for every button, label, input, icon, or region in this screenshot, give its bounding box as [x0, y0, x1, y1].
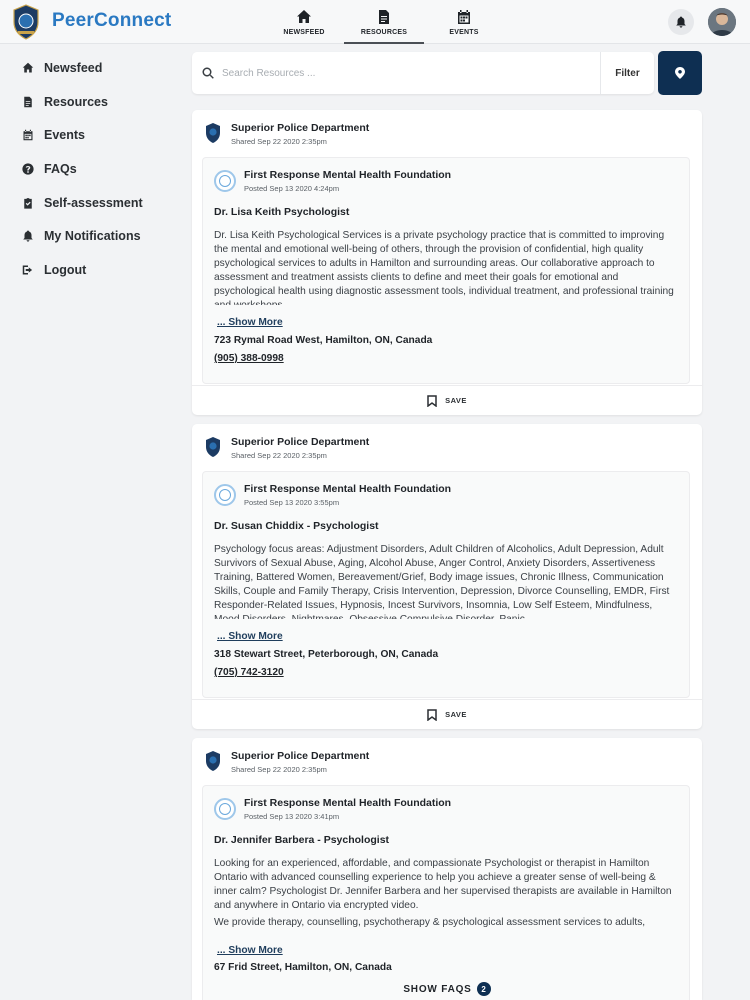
org-name: First Response Mental Health Foundation [244, 483, 452, 495]
tab-resources[interactable]: RESOURCES [344, 0, 424, 44]
bell-icon [23, 230, 33, 242]
police-badge-icon [206, 123, 220, 143]
sidebar-item-faqs[interactable]: FAQs [0, 152, 176, 186]
bookmark-icon [427, 708, 437, 721]
sharer-name: Superior Police Department [231, 436, 370, 448]
shared-date: Shared Sep 22 2020 2:35pm [231, 137, 327, 146]
resource-title: Dr. Susan Chiddix - Psychologist [214, 520, 379, 532]
save-button[interactable]: SAVE [192, 699, 702, 729]
police-badge-logo [13, 4, 39, 40]
resource-description: Psychology focus areas: Adjustment Disor… [214, 544, 670, 619]
sharer-name: Superior Police Department [231, 122, 370, 134]
location-button[interactable] [658, 51, 702, 95]
org-header: First Response Mental Health Foundation … [214, 169, 451, 193]
user-avatar[interactable] [708, 8, 736, 36]
search-icon [202, 67, 214, 79]
org-header: First Response Mental Health Foundation … [214, 797, 451, 821]
faqs-count-badge: 2 [476, 982, 491, 996]
document-icon [379, 9, 389, 24]
search-bar: Filter [192, 52, 654, 94]
calendar-icon [458, 9, 470, 24]
sidebar-item-notifications[interactable]: My Notifications [0, 219, 176, 253]
resource-address: 723 Rymal Road West, Hamilton, ON, Canad… [214, 335, 433, 346]
tab-resources-label: RESOURCES [360, 28, 408, 36]
map-pin-icon [675, 67, 685, 79]
tab-newsfeed[interactable]: NEWSFEED [264, 0, 344, 44]
avatar-photo [708, 8, 736, 36]
police-badge-icon [206, 437, 220, 457]
sidebar-item-events[interactable]: Events [0, 118, 176, 152]
resource-card: Superior Police Department Shared Sep 22… [192, 738, 702, 1000]
sidebar-item-label: FAQs [44, 161, 77, 176]
sidebar-item-self-assessment[interactable]: Self-assessment [0, 186, 176, 220]
resource-phone[interactable]: (905) 388-0998 [214, 353, 284, 364]
sidebar-item-resources[interactable]: Resources [0, 85, 176, 119]
sidebar-item-label: My Notifications [44, 229, 141, 244]
clipboard-icon [24, 197, 32, 209]
home-icon [297, 9, 311, 23]
share-header: Superior Police Department Shared Sep 22… [204, 436, 369, 460]
resource-description: Looking for an experienced, affordable, … [214, 858, 672, 911]
top-header: PeerConnect NEWSFEED RESOURCES EVENTS [0, 0, 750, 44]
org-name: First Response Mental Health Foundation [244, 169, 452, 181]
resource-description-continued: We provide therapy, counselling, psychot… [214, 917, 646, 928]
show-faqs-label: SHOW FAQS [403, 983, 472, 995]
tab-events-label: EVENTS [449, 28, 479, 36]
search-input[interactable] [222, 67, 594, 79]
show-faqs-button[interactable]: SHOW FAQS 2 [192, 980, 702, 998]
shared-date: Shared Sep 22 2020 2:35pm [231, 451, 327, 460]
sidebar-item-label: Newsfeed [44, 60, 103, 75]
resource-address: 67 Frid Street, Hamilton, ON, Canada [214, 962, 392, 973]
top-nav: NEWSFEED RESOURCES EVENTS [264, 0, 504, 44]
notifications-button[interactable] [668, 9, 694, 35]
posted-date: Posted Sep 13 2020 4:24pm [244, 184, 340, 193]
resource-content: First Response Mental Health Foundation … [202, 785, 690, 1000]
resource-card: Superior Police Department Shared Sep 22… [192, 424, 702, 729]
org-logo-icon [214, 170, 236, 192]
posted-date: Posted Sep 13 2020 3:55pm [244, 498, 340, 507]
org-logo-icon [214, 484, 236, 506]
sidebar-item-label: Self-assessment [44, 195, 143, 210]
sidebar-item-label: Resources [44, 94, 108, 109]
resource-phone[interactable]: (705) 742-3120 [214, 667, 284, 678]
sharer-name: Superior Police Department [231, 750, 370, 762]
logout-icon [22, 265, 33, 275]
org-logo-icon [214, 798, 236, 820]
resource-content: First Response Mental Health Foundation … [202, 471, 690, 698]
share-header: Superior Police Department Shared Sep 22… [204, 122, 369, 146]
sidebar-item-label: Events [44, 128, 85, 143]
share-header: Superior Police Department Shared Sep 22… [204, 750, 369, 774]
save-button[interactable]: SAVE [192, 385, 702, 415]
shared-date: Shared Sep 22 2020 2:35pm [231, 765, 327, 774]
tab-newsfeed-label: NEWSFEED [283, 28, 325, 36]
show-more-link[interactable]: ... Show More [217, 317, 283, 328]
save-label: SAVE [445, 396, 467, 405]
save-label: SAVE [445, 710, 467, 719]
police-badge-icon [206, 751, 220, 771]
resource-title: Dr. Lisa Keith Psychologist [214, 206, 350, 218]
show-more-link[interactable]: ... Show More [217, 631, 283, 642]
resource-address: 318 Stewart Street, Peterborough, ON, Ca… [214, 649, 439, 660]
sidebar-item-newsfeed[interactable]: Newsfeed [0, 51, 176, 85]
document-icon [24, 96, 32, 107]
sidebar: Newsfeed Resources Events FAQs Self-asse… [0, 44, 176, 287]
posted-date: Posted Sep 13 2020 3:41pm [244, 812, 340, 821]
filter-button[interactable]: Filter [600, 52, 654, 94]
org-name: First Response Mental Health Foundation [244, 797, 452, 809]
sidebar-item-label: Logout [44, 262, 87, 277]
resource-content: First Response Mental Health Foundation … [202, 157, 690, 384]
tab-events[interactable]: EVENTS [424, 0, 504, 44]
home-icon [22, 62, 34, 73]
show-more-link[interactable]: ... Show More [217, 945, 283, 956]
question-icon [22, 163, 34, 175]
sidebar-item-logout[interactable]: Logout [0, 253, 176, 287]
bell-icon [676, 16, 686, 28]
resource-description: Dr. Lisa Keith Psychological Services is… [214, 230, 674, 305]
bookmark-icon [427, 394, 437, 407]
resource-card: Superior Police Department Shared Sep 22… [192, 110, 702, 415]
org-header: First Response Mental Health Foundation … [214, 483, 451, 507]
calendar-icon [23, 129, 33, 141]
resource-title: Dr. Jennifer Barbera - Psychologist [214, 834, 390, 846]
brand-name: PeerConnect [52, 10, 172, 31]
